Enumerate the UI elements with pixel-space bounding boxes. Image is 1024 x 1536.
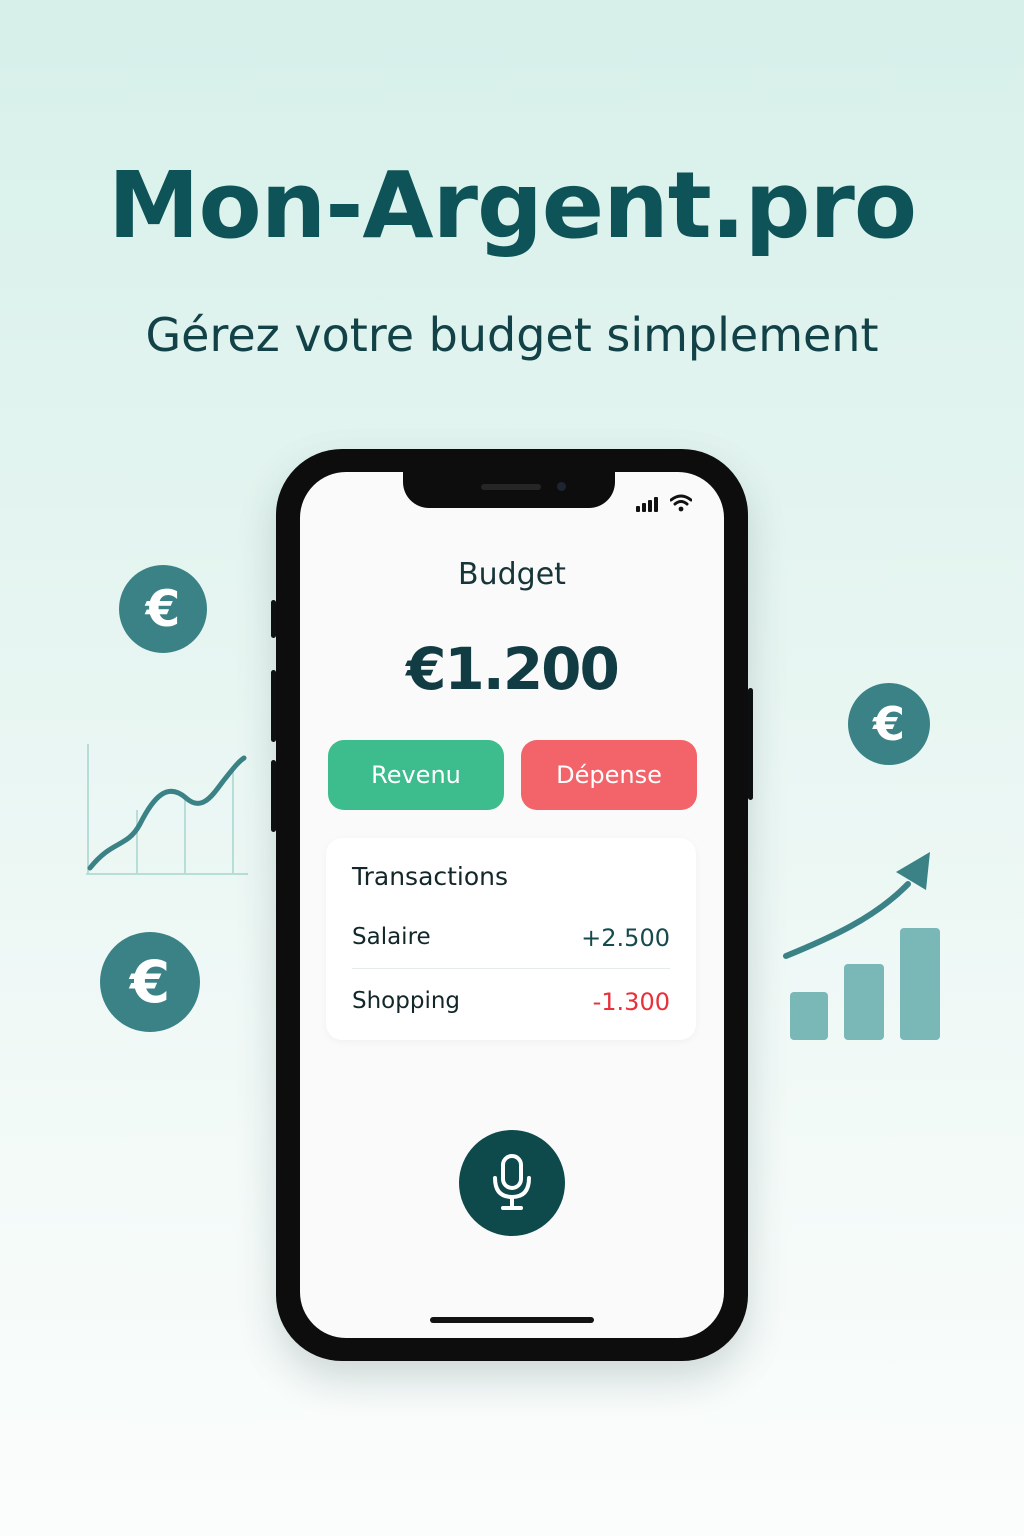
euro-symbol: € <box>872 697 905 751</box>
app-tagline: Gérez votre budget simplement <box>145 308 879 362</box>
transaction-name: Shopping <box>352 988 461 1014</box>
transaction-name: Salaire <box>352 924 431 950</box>
transaction-row[interactable]: Salaire +2.500 <box>352 918 670 969</box>
phone-power-button <box>748 688 753 800</box>
microphone-icon <box>493 1154 531 1210</box>
budget-balance: €1.200 <box>406 635 620 703</box>
voice-input-button[interactable] <box>459 1130 565 1236</box>
wifi-icon <box>670 494 692 512</box>
euro-coin-icon: € <box>100 932 200 1032</box>
home-indicator[interactable] <box>430 1317 594 1323</box>
phone-screen: Budget €1.200 Revenu Dépense Transaction… <box>300 472 724 1338</box>
income-button[interactable]: Revenu <box>328 740 504 810</box>
expense-button[interactable]: Dépense <box>521 740 697 810</box>
euro-symbol: € <box>129 948 171 1016</box>
transaction-amount: +2.500 <box>581 924 670 952</box>
phone-notch <box>403 472 615 508</box>
camera-icon <box>557 482 566 491</box>
transactions-title: Transactions <box>352 862 509 891</box>
euro-symbol: € <box>145 580 181 638</box>
euro-coin-icon: € <box>119 565 207 653</box>
speaker-grille <box>481 484 541 490</box>
line-chart-icon <box>86 744 248 875</box>
budget-label: Budget <box>458 557 566 592</box>
euro-coin-icon: € <box>848 683 930 765</box>
transactions-card: Transactions Salaire +2.500 Shopping -1.… <box>326 838 696 1040</box>
signal-icon <box>636 497 658 512</box>
app-title: Mon-Argent.pro <box>107 152 917 259</box>
transaction-row[interactable]: Shopping -1.300 <box>352 982 670 1022</box>
bar-chart-icon <box>783 852 940 1040</box>
transaction-amount: -1.300 <box>592 988 670 1016</box>
